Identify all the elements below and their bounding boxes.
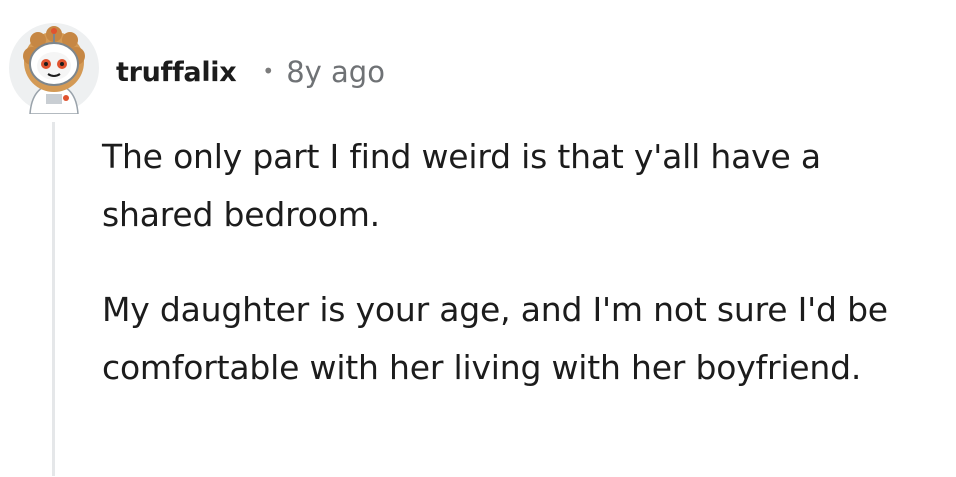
username-link[interactable]: truffalix <box>116 57 237 88</box>
meta-separator: • <box>262 59 275 83</box>
comment-body: The only part I find weird is that y'all… <box>102 128 942 397</box>
comment-paragraph: My daughter is your age, and I'm not sur… <box>102 290 888 387</box>
timestamp[interactable]: 8y ago <box>286 55 385 89</box>
comment-meta: truffalix • 8y ago <box>116 52 385 92</box>
thread-line[interactable] <box>52 122 55 476</box>
comment-paragraph: The only part I find weird is that y'all… <box>102 137 821 234</box>
user-avatar-icon[interactable] <box>8 22 100 115</box>
comment: truffalix • 8y ago The only part I find … <box>0 0 956 477</box>
